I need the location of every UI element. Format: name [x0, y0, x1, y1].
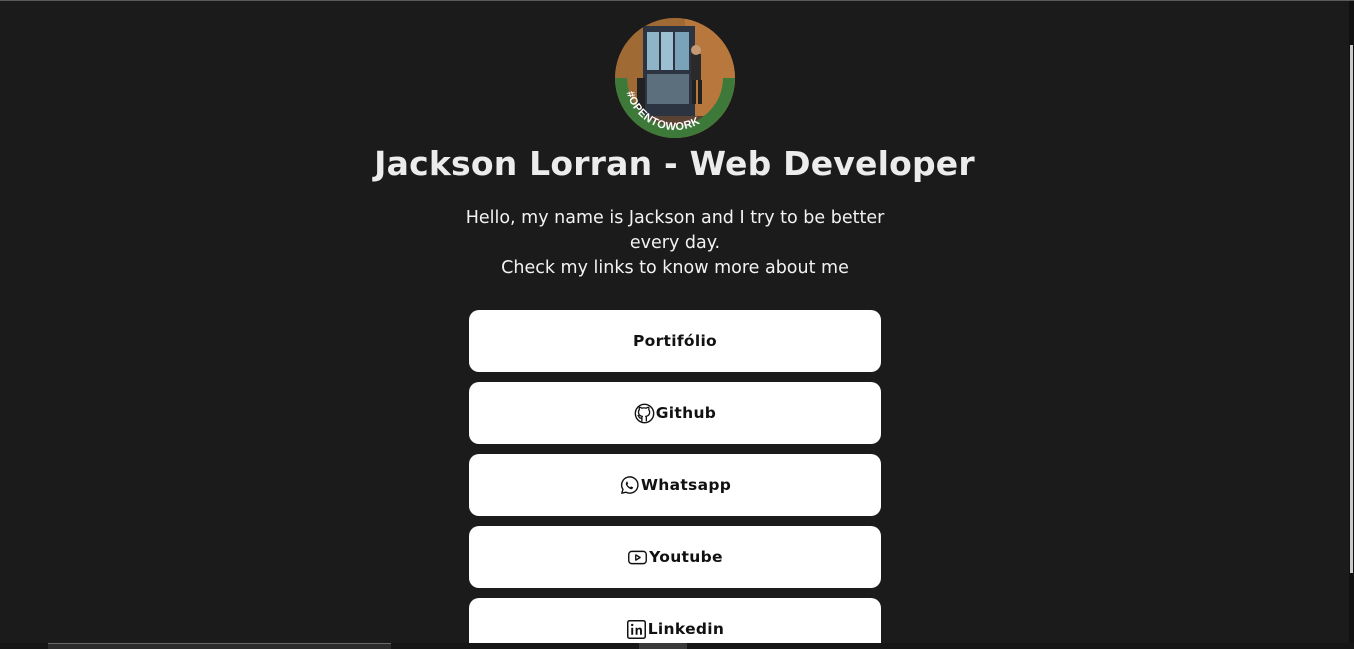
bio: Hello, my name is Jackson and I try to b… [444, 206, 906, 281]
scrollbar-thumb[interactable] [1350, 45, 1353, 573]
whatsapp-link-button[interactable]: Whatsapp [469, 454, 881, 516]
taskbar-item[interactable] [48, 643, 391, 649]
youtube-link-button[interactable]: Youtube [469, 526, 881, 588]
page-scrollbar[interactable] [1349, 1, 1354, 643]
avatar-photo: #OPENTOWORK [615, 18, 735, 138]
whatsapp-link-label: Whatsapp [640, 476, 732, 494]
github-icon [634, 403, 655, 424]
github-link-button[interactable]: Github [469, 382, 881, 444]
portfolio-link-button[interactable]: Portifólio [469, 310, 881, 372]
taskbar-edge [0, 643, 1354, 649]
linkedin-link-button[interactable]: Linkedin [469, 598, 881, 643]
linkedin-icon [626, 619, 647, 640]
taskbar-active-item[interactable] [639, 643, 687, 649]
bio-line-1: Hello, my name is Jackson and I try to b… [465, 208, 885, 253]
linkedin-link-label: Linkedin [647, 620, 725, 638]
link-list: Portifólio Github Whatsapp Youtube Linke… [469, 310, 881, 643]
youtube-link-label: Youtube [649, 548, 723, 566]
bio-line-2: Check my links to know more about me [501, 258, 849, 278]
page-title: Jackson Lorran - Web Developer [374, 144, 975, 183]
youtube-icon [627, 547, 648, 568]
page: #OPENTOWORK Jackson Lorran - Web Develop… [0, 1, 1349, 643]
github-link-label: Github [655, 404, 717, 422]
whatsapp-icon [619, 475, 640, 496]
portfolio-link-label: Portifólio [632, 332, 718, 350]
avatar: #OPENTOWORK [615, 18, 735, 138]
